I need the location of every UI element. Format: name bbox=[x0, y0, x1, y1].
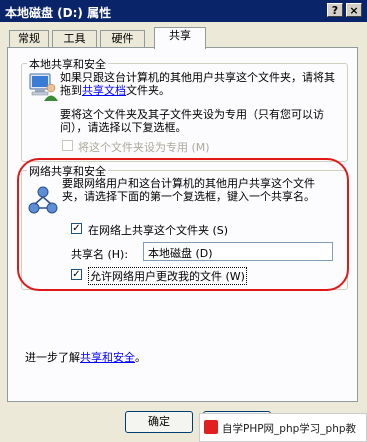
private-instruction-text: 要将这个文件夹及其子文件夹设为专用（只有您可以访问），请选择以下复选框。 bbox=[60, 108, 324, 134]
share-on-network-label: 在网络上共享这个文件夹 (S) bbox=[88, 224, 229, 237]
local-sharing-text: 如果只跟这台计算机的其他用户共享这个文件夹，请将其拖到共享文档文件夹。 bbox=[60, 71, 335, 97]
window-title: 本地磁盘 (D:) 属性 bbox=[5, 6, 112, 20]
share-on-network-checkbox[interactable]: ✓ bbox=[71, 223, 82, 234]
learn-more-text: 进一步了解共享和安全。 bbox=[25, 349, 146, 365]
help-button[interactable]: ? bbox=[327, 3, 343, 17]
learn-more-suffix: 。 bbox=[135, 351, 146, 364]
local-sharing-legend: 本地共享和安全 bbox=[27, 56, 108, 72]
learn-more-prefix: 进一步了解 bbox=[25, 351, 80, 364]
computer-users-icon bbox=[27, 71, 59, 103]
make-private-checkbox[interactable] bbox=[62, 140, 73, 151]
tab-hardware[interactable]: 硬件 bbox=[100, 30, 145, 47]
tab-tools[interactable]: 工具 bbox=[52, 30, 97, 47]
title-bar: 本地磁盘 (D:) 属性 ? × bbox=[0, 0, 367, 22]
ok-button[interactable]: 确定 bbox=[125, 411, 193, 433]
shared-documents-link[interactable]: 共享文档 bbox=[82, 84, 126, 97]
watermark: 自学PHP网_php学习_php教 bbox=[199, 413, 367, 442]
watermark-text: 自学PHP网_php学习_php教 bbox=[222, 423, 357, 435]
make-private-label: 将这个文件夹设为专用 (M) bbox=[78, 141, 210, 154]
allow-change-checkbox[interactable]: ✓ bbox=[71, 269, 82, 280]
share-name-label: 共享名 (H): bbox=[71, 248, 129, 261]
close-button[interactable]: × bbox=[346, 3, 362, 17]
tab-sharing[interactable]: 共享 bbox=[154, 27, 206, 49]
network-sharing-text: 要跟网络用户和这台计算机的其他用户共享这个文件夹，请选择下面的第一个复选框，键入… bbox=[62, 177, 315, 203]
local-sharing-text-1-end: 文件夹。 bbox=[126, 84, 170, 97]
sharing-security-link[interactable]: 共享和安全 bbox=[80, 351, 135, 364]
watermark-logo-icon bbox=[204, 420, 218, 434]
allow-change-label: 允许网络用户更改我的文件 (W) bbox=[88, 267, 247, 285]
share-name-input[interactable]: 本地磁盘 (D) bbox=[143, 242, 333, 261]
tab-general[interactable]: 常规 bbox=[9, 30, 49, 47]
network-share-icon bbox=[27, 184, 59, 216]
